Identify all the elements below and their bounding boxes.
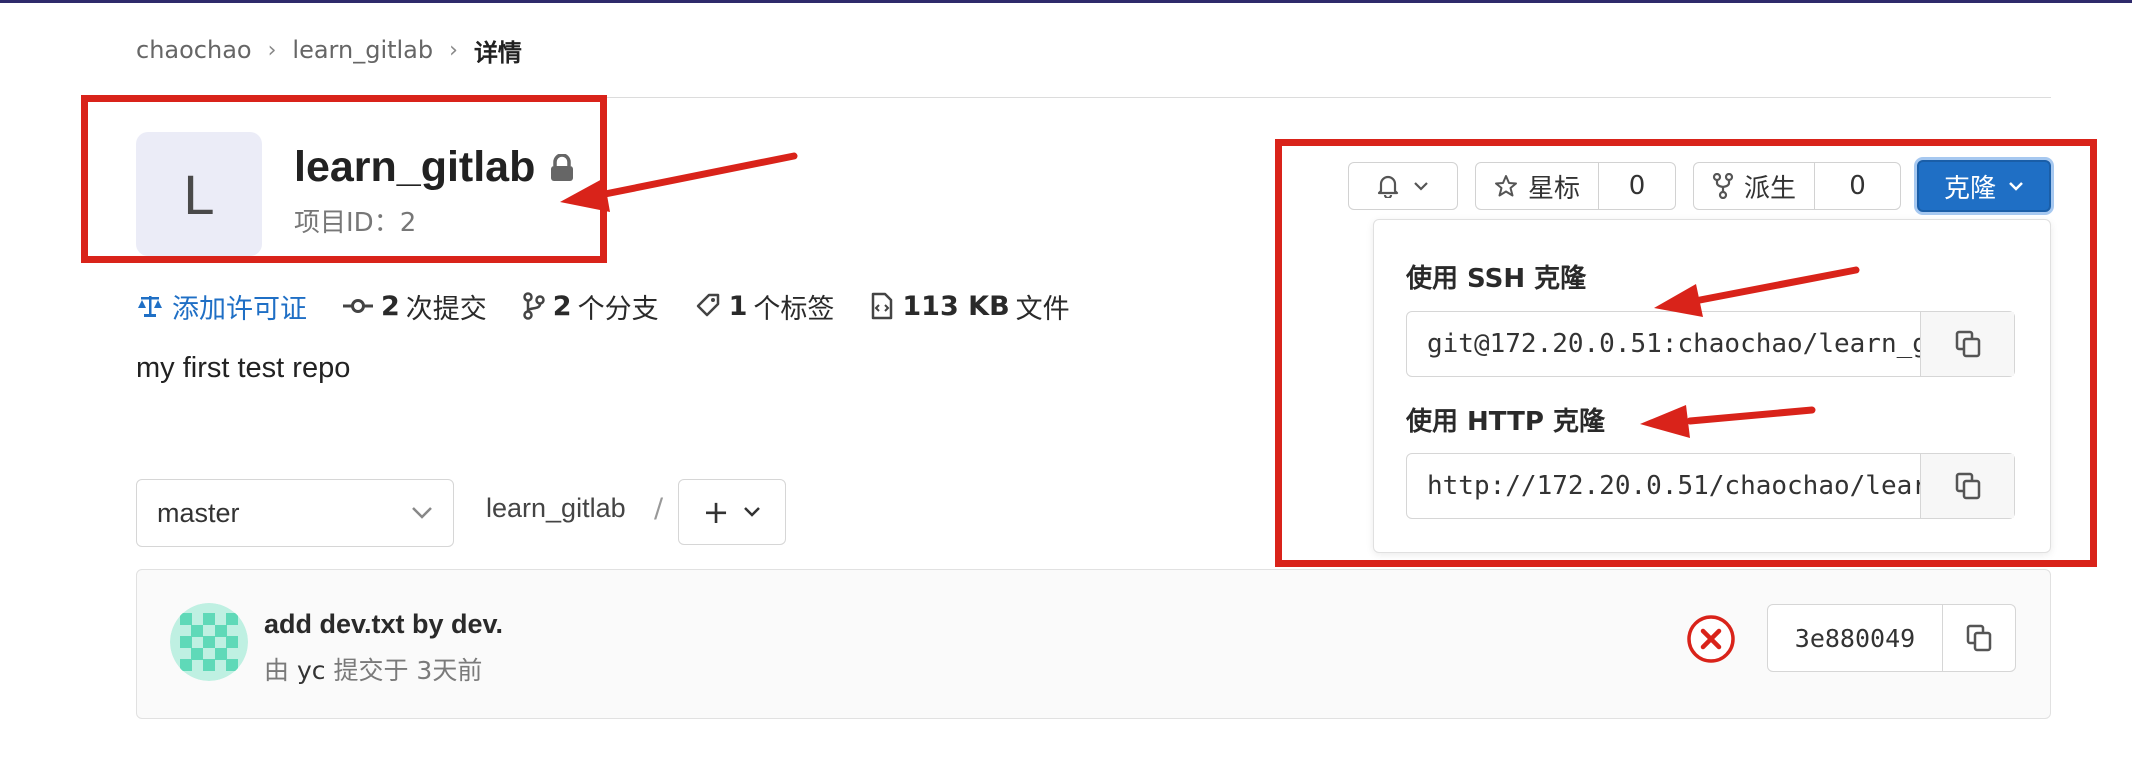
file-code-icon [872,292,893,320]
tags-count: 1 [728,290,748,322]
top-bar-line [0,0,2132,3]
chevron-right-icon: › [267,37,277,63]
annotation-box-clone-panel [1275,139,2097,567]
commit-sha[interactable]: 3e880049 [1768,605,1943,671]
scale-icon [138,296,162,317]
commits-label: 次提交 [405,293,487,325]
branch-name: master [157,497,240,528]
repo-path-root[interactable]: learn_gitlab [486,493,626,524]
tags-stat[interactable]: 1 个标签 [695,287,835,326]
chevron-down-icon [744,507,761,517]
commit-time: 提交于 3天前 [333,656,483,685]
plus-icon: + [702,493,730,531]
branches-count: 2 [552,290,572,322]
branches-label: 个分支 [577,293,659,325]
commits-stat[interactable]: 2 次提交 [343,287,487,326]
commit-sha-group: 3e880049 [1767,604,2016,672]
breadcrumb-item-current[interactable]: 详情 [474,33,522,68]
project-stats: 添加许可证 2 次提交 2 个分支 1 个标签 113 KB 文件 [136,286,1106,326]
breadcrumb-item-project[interactable]: learn_gitlab [292,36,433,64]
branch-icon [523,292,545,320]
add-license-label: 添加许可证 [172,293,307,325]
last-commit-panel [136,569,2051,719]
path-separator: / [654,493,664,524]
commit-by-prefix: 由 [264,656,290,685]
pipeline-failed-icon[interactable] [1686,614,1736,664]
commit-author-avatar[interactable] [170,603,248,681]
branches-stat[interactable]: 2 个分支 [523,287,659,326]
commit-title[interactable]: add dev.txt by dev. [264,609,503,640]
commit-author[interactable]: yc [297,656,326,685]
annotation-arrow [596,152,798,199]
project-description: my first test repo [136,352,351,384]
commit-meta: 由 yc 提交于 3天前 [264,651,482,687]
breadcrumb: chaochao › learn_gitlab › 详情 [136,33,522,68]
files-label: 文件 [1015,293,1070,325]
commit-icon [343,299,373,313]
annotation-box-project-header [81,95,607,263]
files-stat[interactable]: 113 KB 文件 [870,287,1070,326]
files-size: 113 KB [902,290,1010,322]
add-file-dropdown[interactable]: + [678,479,786,545]
tags-label: 个标签 [753,293,835,325]
chevron-down-icon [412,507,432,519]
commits-count: 2 [381,290,400,322]
branch-selector[interactable]: master [136,479,454,547]
chevron-right-icon: › [449,37,458,63]
breadcrumb-item-namespace[interactable]: chaochao [136,36,252,64]
tag-icon [696,293,719,317]
copy-sha-button[interactable] [1943,605,2015,671]
add-license-link[interactable]: 添加许可证 [136,287,307,326]
copy-icon [1966,624,1992,652]
